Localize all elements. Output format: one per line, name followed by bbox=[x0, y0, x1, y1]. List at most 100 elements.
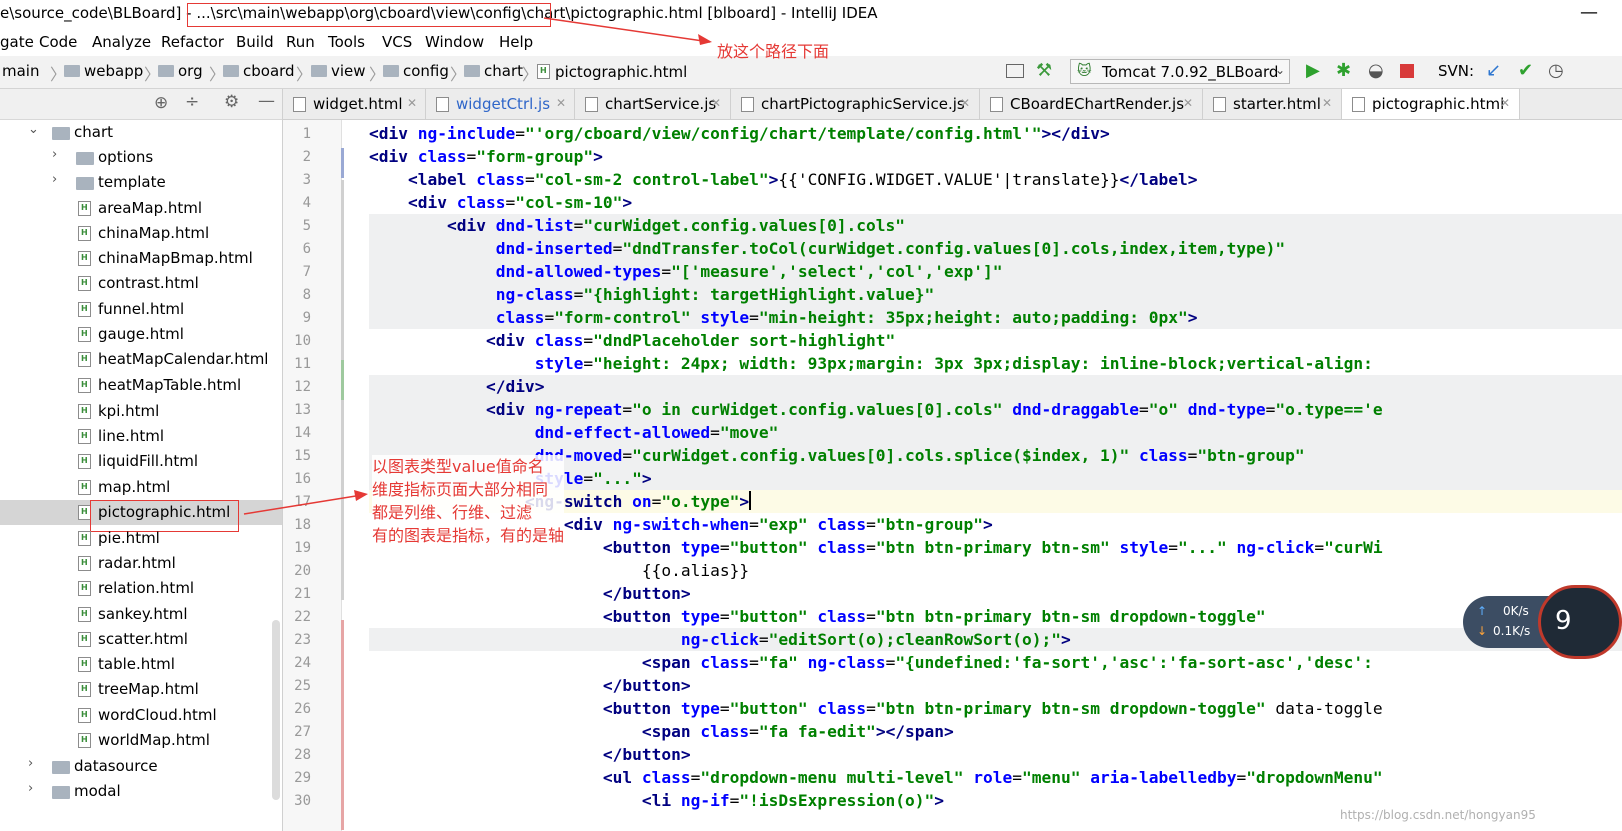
folder-icon bbox=[76, 152, 94, 165]
path-highlight-box bbox=[187, 3, 551, 27]
download-speed: 0.1K/s bbox=[1493, 624, 1531, 638]
tree-item-file[interactable]: liquidFill.html bbox=[0, 449, 282, 474]
menu-vcs[interactable]: VCS bbox=[382, 33, 412, 51]
tree-item-template[interactable]: › template bbox=[0, 170, 282, 195]
close-icon[interactable]: ✕ bbox=[711, 96, 721, 110]
folder-icon bbox=[311, 65, 327, 77]
tree-item-file[interactable]: contrast.html bbox=[0, 271, 282, 296]
tree-item-file[interactable]: kpi.html bbox=[0, 399, 282, 424]
tree-item-file[interactable]: table.html bbox=[0, 652, 282, 677]
menu-refactor[interactable]: Refactor bbox=[161, 33, 224, 51]
line-number: 6 bbox=[302, 241, 311, 257]
tree-item-datasource[interactable]: › datasource bbox=[0, 754, 282, 779]
line-number: 11 bbox=[294, 356, 311, 372]
breadcrumb-config[interactable]: config bbox=[383, 62, 449, 80]
tab-widget-html[interactable]: widget.html ✕ bbox=[283, 89, 426, 119]
debug-icon[interactable]: ✱ bbox=[1336, 60, 1351, 81]
tree-item-file[interactable]: gauge.html bbox=[0, 322, 282, 347]
tree-item-file[interactable]: scatter.html bbox=[0, 627, 282, 652]
tree-item-chart[interactable]: ⌄ chart bbox=[0, 120, 282, 145]
locate-icon[interactable]: ⊕ bbox=[154, 93, 168, 113]
tree-item-label: options bbox=[98, 148, 154, 166]
breadcrumb-label: webapp bbox=[84, 62, 144, 80]
code-line: style="height: 24px; width: 93px;margin:… bbox=[534, 354, 1373, 373]
breadcrumb-webapp[interactable]: webapp bbox=[64, 62, 143, 80]
tree-item-label: heatMapCalendar.html bbox=[98, 350, 269, 368]
code-line: dnd-inserted="dndTransfer.toCol(curWidge… bbox=[495, 239, 1286, 258]
tree-item-file[interactable]: heatMapCalendar.html bbox=[0, 347, 282, 372]
menu-window[interactable]: Window bbox=[425, 33, 484, 51]
js-file-icon bbox=[990, 97, 1003, 112]
tree-item-file[interactable]: radar.html bbox=[0, 551, 282, 576]
tree-scrollbar[interactable] bbox=[272, 620, 280, 800]
tree-item-file[interactable]: chinaMapBmap.html bbox=[0, 246, 282, 271]
tree-item-modal[interactable]: › modal bbox=[0, 779, 282, 804]
breadcrumb-org[interactable]: org bbox=[158, 62, 203, 80]
tree-item-file[interactable]: pie.html bbox=[0, 526, 282, 551]
tab-pictographic-html[interactable]: pictographic.html ✕ bbox=[1342, 89, 1520, 119]
tree-item-file[interactable]: areaMap.html bbox=[0, 196, 282, 221]
tree-item-file[interactable]: heatMapTable.html bbox=[0, 373, 282, 398]
console-icon[interactable] bbox=[1006, 64, 1024, 78]
line-number: 4 bbox=[302, 195, 311, 211]
menu-build[interactable]: Build bbox=[236, 33, 274, 51]
menu-help[interactable]: Help bbox=[499, 33, 533, 51]
close-icon[interactable]: ✕ bbox=[1500, 96, 1510, 110]
gear-icon[interactable]: ⚙ bbox=[224, 92, 239, 112]
breadcrumb-main[interactable]: main bbox=[2, 62, 39, 80]
code-line: <div ng-include="'org/cboard/view/config… bbox=[369, 124, 1110, 143]
tree-item-file[interactable]: relation.html bbox=[0, 576, 282, 601]
menu-tools[interactable]: Tools bbox=[328, 33, 365, 51]
hide-icon[interactable]: — bbox=[258, 91, 275, 111]
tab-cboardechartrender-js[interactable]: CBoardEChartRender.js ✕ bbox=[980, 89, 1203, 119]
code-line: <span class="fa fa-edit"></span> bbox=[641, 722, 954, 741]
tree-item-file[interactable]: sankey.html bbox=[0, 602, 282, 627]
tab-starter-html[interactable]: starter.html ✕ bbox=[1203, 89, 1342, 119]
code-line: class="form-control" style="min-height: … bbox=[495, 308, 1198, 327]
tree-item-label: template bbox=[98, 173, 166, 191]
run-icon[interactable]: ▶ bbox=[1306, 60, 1320, 81]
code-line: ng-click="editSort(o);cleanRowSort(o);"> bbox=[680, 630, 1071, 649]
line-number: 21 bbox=[294, 586, 311, 602]
tree-item-file[interactable]: wordCloud.html bbox=[0, 703, 282, 728]
tree-item-options[interactable]: › options bbox=[0, 145, 282, 170]
naming-annotation-arrow bbox=[243, 490, 368, 515]
speed-ball[interactable]: 9 bbox=[1538, 585, 1622, 659]
tab-chartservice-js[interactable]: chartService.js ✕ bbox=[575, 89, 731, 119]
coverage-icon[interactable]: ◒ bbox=[1368, 60, 1384, 81]
close-icon[interactable]: ✕ bbox=[960, 96, 970, 110]
tree-item-file[interactable]: worldMap.html bbox=[0, 728, 282, 753]
menu-navigate[interactable]: gate bbox=[0, 33, 34, 51]
tree-item-file[interactable]: funnel.html bbox=[0, 297, 282, 322]
naming-annotation-line: 维度指标页面大部分相同 bbox=[372, 480, 549, 499]
menu-analyze[interactable]: Analyze bbox=[92, 33, 151, 51]
breadcrumb-view[interactable]: view bbox=[311, 62, 366, 80]
run-config-select[interactable]: 🐱 Tomcat 7.0.92_BLBoard ⌄ bbox=[1070, 59, 1290, 84]
tree-item-file[interactable]: line.html bbox=[0, 424, 282, 449]
svn-commit-icon[interactable]: ✔ bbox=[1518, 60, 1533, 81]
tree-item-file[interactable]: chinaMap.html bbox=[0, 221, 282, 246]
close-icon[interactable]: ✕ bbox=[556, 96, 566, 110]
code-line: <div class="col-sm-10"> bbox=[407, 193, 633, 212]
collapse-icon[interactable]: ÷ bbox=[185, 92, 199, 112]
tree-item-file[interactable]: treeMap.html bbox=[0, 677, 282, 702]
tab-chartpictographicservice-js[interactable]: chartPictographicService.js ✕ bbox=[731, 89, 980, 119]
tab-widgetctrl-js[interactable]: widgetCtrl.js ✕ bbox=[426, 89, 575, 119]
naming-annotation-line: 有的图表是指标，有的是轴 bbox=[372, 526, 565, 545]
line-number: 24 bbox=[294, 655, 311, 671]
stop-icon[interactable] bbox=[1400, 64, 1414, 78]
menu-run[interactable]: Run bbox=[286, 33, 315, 51]
svn-label: SVN: bbox=[1438, 62, 1475, 80]
close-icon[interactable]: ✕ bbox=[1183, 96, 1193, 110]
close-icon[interactable]: ✕ bbox=[407, 96, 417, 110]
menu-code[interactable]: Code bbox=[39, 33, 77, 51]
close-icon[interactable]: ✕ bbox=[1322, 96, 1332, 110]
minimize-button[interactable]: — bbox=[1580, 2, 1598, 23]
breadcrumb-chart[interactable]: chart bbox=[464, 62, 523, 80]
svn-update-icon[interactable]: ↙ bbox=[1486, 60, 1501, 81]
breadcrumb-file[interactable]: pictographic.html bbox=[537, 62, 687, 81]
html-file-icon bbox=[78, 404, 91, 419]
history-icon[interactable]: ◷ bbox=[1548, 60, 1564, 81]
hammer-icon[interactable]: ⚒ bbox=[1036, 60, 1052, 81]
breadcrumb-cboard[interactable]: cboard bbox=[223, 62, 295, 80]
